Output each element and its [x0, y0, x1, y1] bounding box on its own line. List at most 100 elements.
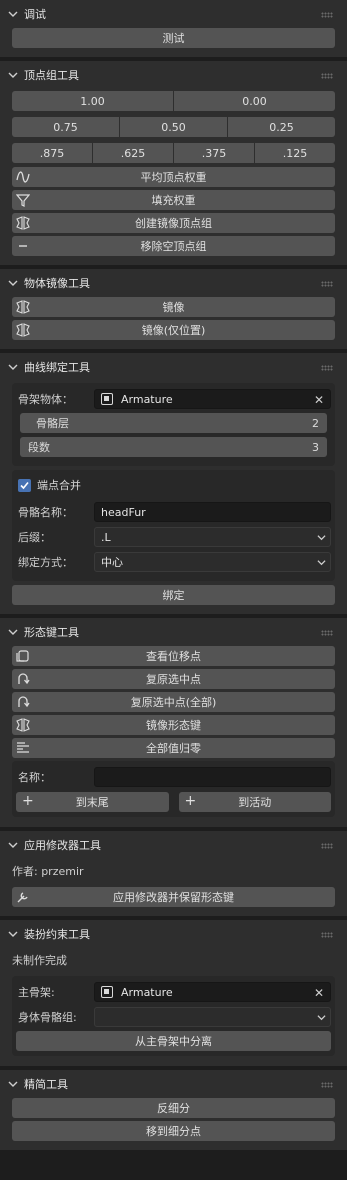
apply-modifier-keep-shape-label: 应用修改器并保留形态键: [113, 891, 234, 904]
rig-settings-box: 主骨架: Armature ✕ 身体骨骼组: 从主骨架中分离: [12, 976, 335, 1056]
bone-name-input[interactable]: headFur: [94, 502, 331, 522]
merge-endpoints-label: 端点合并: [37, 479, 81, 492]
view-displacement-button[interactable]: 查看位移点: [12, 646, 335, 666]
mirror-position-only-label: 镜像(仅位置): [141, 324, 206, 337]
chevron-down-icon[interactable]: [8, 929, 18, 939]
weight-0-375-button[interactable]: .375: [174, 143, 255, 163]
drag-grip-icon[interactable]: [321, 73, 333, 79]
restore-selected-button[interactable]: 复原选中点: [12, 669, 335, 689]
minus-icon: [19, 245, 27, 247]
armature-object-field[interactable]: Armature ✕: [94, 389, 331, 409]
panel-header-curve-bind[interactable]: 曲线绑定工具: [0, 353, 347, 381]
chevron-down-icon[interactable]: [8, 840, 18, 850]
weight-0-125-button[interactable]: .125: [255, 143, 335, 163]
reset-all-values-button[interactable]: 全部值归零: [12, 738, 335, 758]
panel-shape-key: 形态键工具 查看位移点 复原选中点 复原选中点(全部) 镜像形态键 全部值归零: [0, 618, 347, 827]
panel-curve-bind: 曲线绑定工具 骨架物体： Armature ✕ 骨骼层 2 段数 3 端点合并 …: [0, 353, 347, 614]
to-active-button[interactable]: + 到活动: [178, 792, 331, 812]
weight-0-875-button[interactable]: .875: [12, 143, 93, 163]
mirror-label: 镜像: [162, 301, 185, 314]
drag-grip-icon[interactable]: [321, 932, 333, 938]
panel-title: 精简工具: [24, 1078, 68, 1091]
clear-icon[interactable]: ✕: [314, 393, 324, 407]
panel-title: 应用修改器工具: [24, 839, 101, 852]
text-lines-icon: [17, 742, 29, 753]
shape-name-input[interactable]: [94, 767, 331, 787]
chevron-down-icon[interactable]: [8, 362, 18, 372]
wrench-icon: [17, 892, 28, 903]
panel-title: 形态键工具: [24, 626, 79, 639]
mirror-position-only-button[interactable]: 镜像(仅位置): [12, 320, 335, 340]
drag-grip-icon[interactable]: [321, 843, 333, 849]
drag-grip-icon[interactable]: [321, 12, 333, 18]
mirror-icon: [16, 216, 30, 230]
to-active-label: 到活动: [238, 796, 272, 809]
suffix-value: .L: [101, 530, 111, 544]
chevron-down-icon[interactable]: [8, 70, 18, 80]
chevron-down-icon[interactable]: [8, 627, 18, 637]
drag-grip-icon[interactable]: [321, 630, 333, 636]
create-mirror-vgroup-button[interactable]: 创建镜像顶点组: [12, 213, 335, 233]
weight-1-00-button[interactable]: 1.00: [12, 91, 174, 111]
bone-layer-field[interactable]: 骨骼层 2: [20, 413, 327, 433]
shape-name-box: 名称： + 到末尾 + 到活动: [12, 761, 335, 817]
weight-0-50-button[interactable]: 0.50: [120, 117, 228, 137]
armature-box: 骨架物体： Armature ✕ 骨骼层 2 段数 3: [12, 383, 335, 466]
chevron-down-icon: [317, 1015, 326, 1021]
suffix-select[interactable]: .L: [94, 527, 331, 547]
clear-icon[interactable]: ✕: [314, 986, 324, 1000]
panel-header-simplify[interactable]: 精简工具: [0, 1070, 347, 1098]
move-to-subdivision-button[interactable]: 移到细分点: [12, 1121, 335, 1141]
shape-name-label: 名称：: [18, 771, 51, 784]
chevron-down-icon: [317, 535, 326, 541]
to-end-button[interactable]: + 到末尾: [16, 792, 169, 812]
remove-empty-vgroup-button[interactable]: 移除空顶点组: [12, 236, 335, 256]
test-button[interactable]: 测试: [12, 28, 335, 48]
panel-header-vertex-group[interactable]: 顶点组工具: [0, 61, 347, 89]
panel-header-shape-key[interactable]: 形态键工具: [0, 618, 347, 646]
drag-grip-icon[interactable]: [321, 281, 333, 287]
apply-modifier-keep-shape-button[interactable]: 应用修改器并保留形态键: [12, 887, 335, 907]
merge-endpoints-checkbox[interactable]: 端点合并: [16, 475, 331, 495]
bone-settings-box: 端点合并 骨骼名称： headFur 后缀： .L 绑定方式： 中心: [12, 470, 335, 581]
unsubdivide-button[interactable]: 反细分: [12, 1098, 335, 1118]
plus-icon: +: [22, 793, 34, 809]
weight-0-625-button[interactable]: .625: [93, 143, 174, 163]
fill-weight-button[interactable]: 填充权重: [12, 190, 335, 210]
main-armature-value: Armature: [121, 985, 173, 999]
checkbox-checked-icon[interactable]: [18, 478, 31, 492]
panel-header-apply-modifier[interactable]: 应用修改器工具: [0, 831, 347, 859]
mirror-button[interactable]: 镜像: [12, 297, 335, 317]
bind-button[interactable]: 绑定: [12, 585, 335, 605]
panel-header-object-mirror[interactable]: 物体镜像工具: [0, 269, 347, 297]
restore-selected-all-button[interactable]: 复原选中点(全部): [12, 692, 335, 712]
panel-header-rig-constraint[interactable]: 装扮约束工具: [0, 920, 347, 948]
plus-icon: +: [184, 793, 197, 809]
shape-key-icon: [16, 650, 29, 662]
panel-title: 曲线绑定工具: [24, 361, 90, 374]
average-weight-button[interactable]: 平均顶点权重: [12, 167, 335, 187]
chevron-down-icon[interactable]: [8, 1079, 18, 1089]
weight-0-00-button[interactable]: 0.00: [174, 91, 335, 111]
mirror-shape-key-button[interactable]: 镜像形态键: [12, 715, 335, 735]
fill-weight-label: 填充权重: [151, 194, 196, 207]
chevron-down-icon[interactable]: [8, 9, 18, 19]
drag-grip-icon[interactable]: [321, 1082, 333, 1088]
main-armature-field[interactable]: Armature ✕: [94, 982, 331, 1002]
segments-value: 3: [312, 440, 319, 454]
weight-0-75-button[interactable]: 0.75: [12, 117, 120, 137]
separate-from-main-button[interactable]: 从主骨架中分离: [16, 1031, 331, 1051]
chevron-down-icon[interactable]: [8, 278, 18, 288]
body-bone-group-label: 身体骨骼组:: [18, 1011, 77, 1024]
panel-apply-modifier: 应用修改器工具 作者: przemir 应用修改器并保留形态键: [0, 831, 347, 916]
body-bone-group-select[interactable]: [94, 1007, 331, 1027]
suffix-label: 后缀：: [18, 531, 51, 544]
segments-field[interactable]: 段数 3: [20, 437, 327, 457]
panel-header-debug[interactable]: 调试: [0, 0, 347, 28]
main-armature-label: 主骨架:: [18, 986, 55, 999]
weight-0-25-button[interactable]: 0.25: [228, 117, 335, 137]
smooth-curve-icon: [16, 171, 30, 183]
bind-mode-value: 中心: [101, 556, 123, 569]
bind-mode-select[interactable]: 中心: [94, 552, 331, 572]
drag-grip-icon[interactable]: [321, 365, 333, 371]
